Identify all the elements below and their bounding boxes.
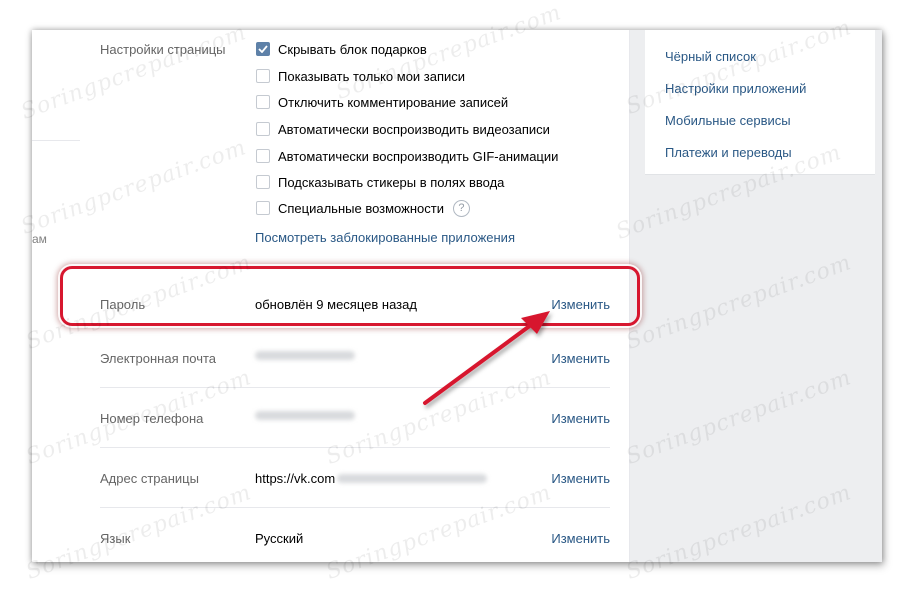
option-only-my-posts[interactable]: Показывать только мои записи [256, 68, 465, 84]
checkbox-checked-icon[interactable] [256, 42, 270, 56]
menu-item-blacklist[interactable]: Чёрный список [665, 49, 756, 64]
row-value: https://vk.com [255, 471, 488, 486]
menu-item-mobile-services[interactable]: Мобильные сервисы [665, 113, 791, 128]
blocked-apps-link[interactable]: Посмотреть заблокированные приложения [255, 230, 515, 245]
help-icon[interactable]: ? [452, 199, 470, 217]
change-phone-link[interactable]: Изменить [551, 411, 610, 426]
menu-item-payments[interactable]: Платежи и переводы [665, 145, 792, 160]
settings-window: ам Настройки страницы Скрывать блок пода… [32, 30, 882, 562]
checkbox-icon[interactable] [256, 95, 270, 109]
blurred-phone [255, 411, 355, 420]
settings-card: Настройки страницы Скрывать блок подарко… [80, 30, 630, 562]
row-value-blurred [255, 351, 355, 360]
change-address-link[interactable]: Изменить [551, 471, 610, 486]
row-label: Адрес страницы [100, 471, 199, 486]
checkbox-icon[interactable] [256, 149, 270, 163]
settings-row-address: Адрес страницы https://vk.com Изменить [100, 447, 610, 507]
checkbox-icon[interactable] [256, 201, 270, 215]
change-password-link[interactable]: Изменить [551, 297, 610, 312]
row-value: Русский [255, 531, 304, 546]
right-menu: Чёрный список Настройки приложений Мобил… [645, 30, 875, 175]
menu-item-app-settings[interactable]: Настройки приложений [665, 81, 806, 96]
left-sidebar: ам [32, 30, 80, 562]
row-label: Номер телефона [100, 411, 204, 426]
option-autoplay-gif[interactable]: Автоматически воспроизводить GIF-анимаци… [256, 148, 558, 164]
checkbox-icon[interactable] [256, 69, 270, 83]
row-value-blurred [255, 411, 355, 420]
settings-row-phone: Номер телефона Изменить [100, 387, 610, 447]
settings-row-password: Пароль обновлён 9 месяцев назад Изменить [100, 274, 610, 334]
option-hide-gifts[interactable]: Скрывать блок подарков [256, 41, 427, 57]
option-accessibility[interactable]: Специальные возможности ? [256, 199, 470, 217]
row-label: Электронная почта [100, 351, 217, 366]
settings-row-language: Язык Русский Изменить [100, 507, 610, 562]
settings-row-email: Электронная почта Изменить [100, 327, 610, 387]
change-language-link[interactable]: Изменить [551, 531, 610, 546]
option-autoplay-video[interactable]: Автоматически воспроизводить видеозаписи [256, 121, 550, 137]
row-label: Язык [100, 531, 131, 546]
address-prefix: https://vk.com [255, 471, 336, 486]
blurred-address [337, 474, 488, 483]
checkbox-icon[interactable] [256, 122, 270, 136]
row-value: обновлён 9 месяцев назад [255, 297, 417, 312]
sidebar-text-fragment: ам [32, 232, 47, 246]
blurred-email [255, 351, 355, 360]
change-email-link[interactable]: Изменить [551, 351, 610, 366]
option-suggest-stickers[interactable]: Подсказывать стикеры в полях ввода [256, 174, 504, 190]
page-settings-label: Настройки страницы [100, 42, 226, 57]
checkbox-icon[interactable] [256, 175, 270, 189]
option-disable-comments[interactable]: Отключить комментирование записей [256, 94, 508, 110]
sidebar-divider [32, 140, 80, 141]
row-label: Пароль [100, 297, 146, 312]
